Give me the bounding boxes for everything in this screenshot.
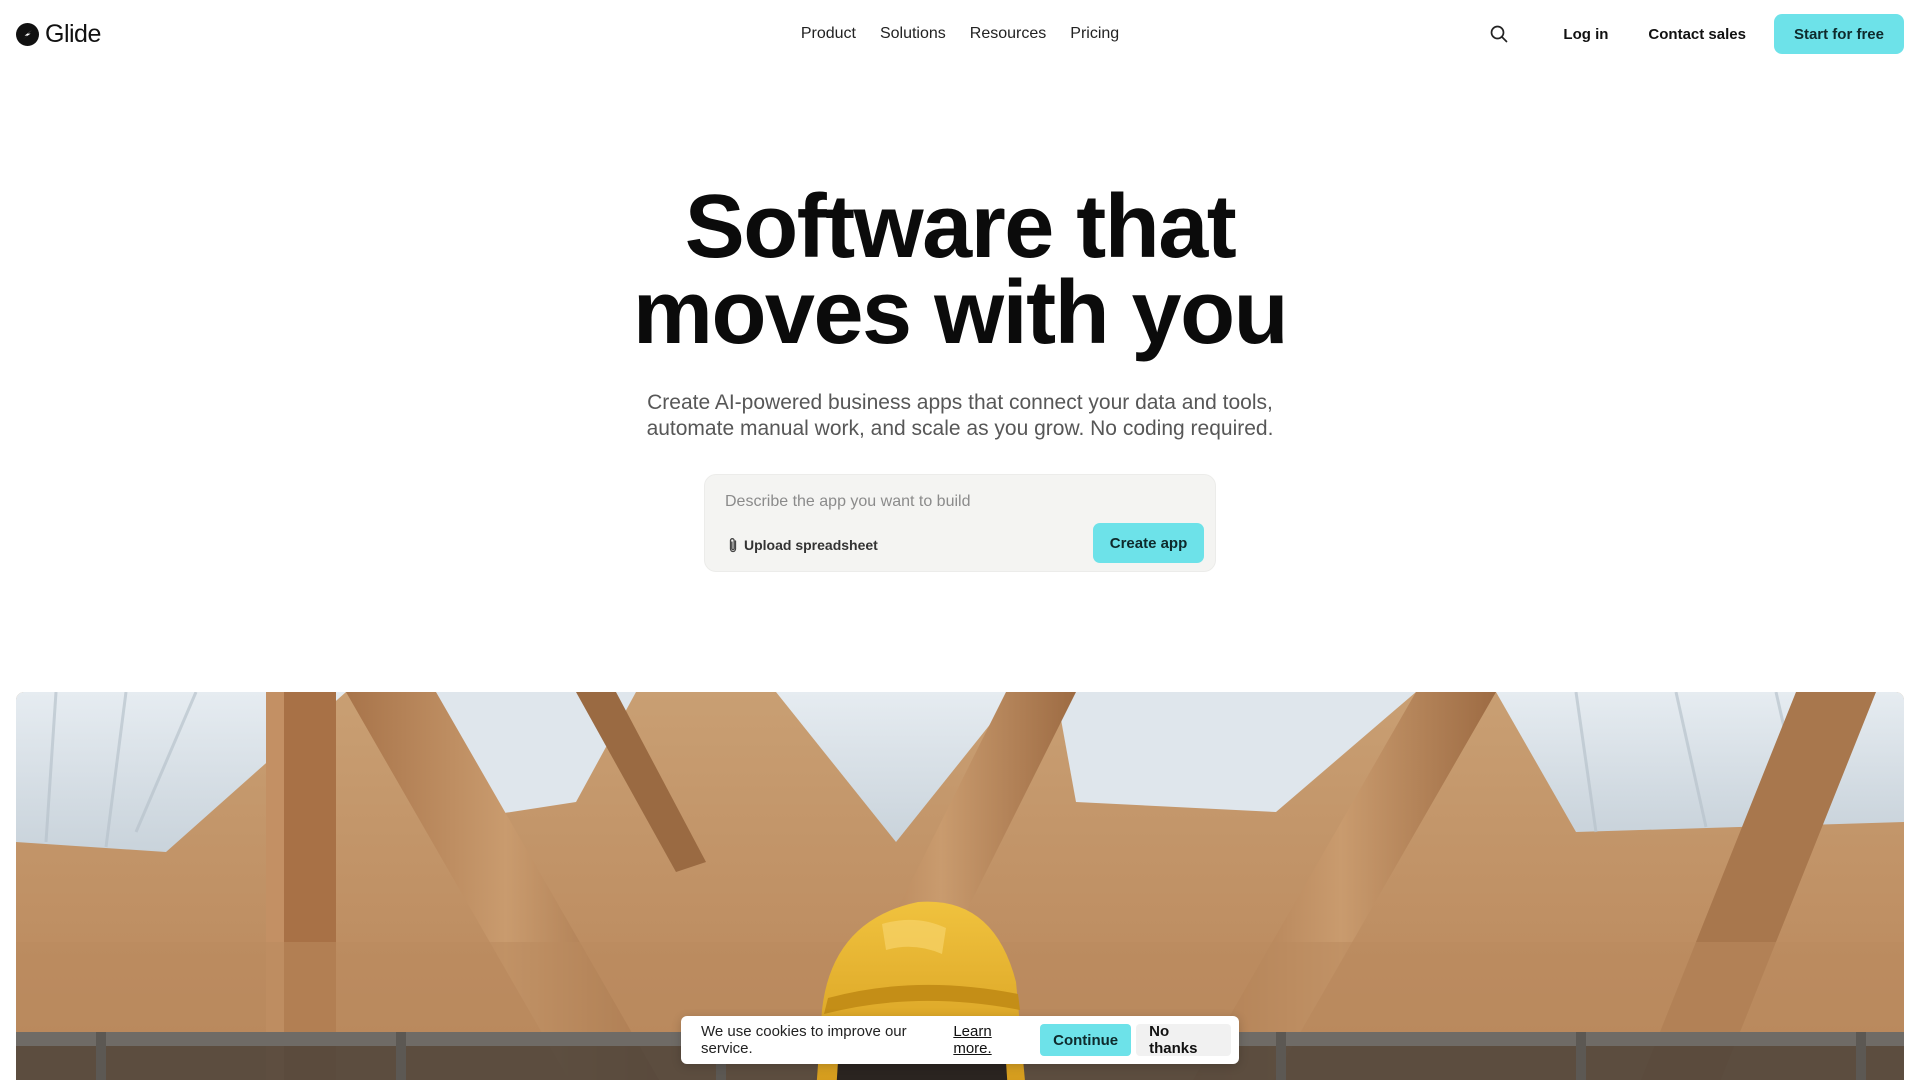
- hero-title-line-2: moves with you: [632, 263, 1289, 363]
- app-prompt-box: Upload spreadsheet Create app: [704, 474, 1216, 572]
- hero-title-line-1: Software that: [684, 177, 1237, 277]
- nav-pricing[interactable]: Pricing: [1070, 25, 1119, 43]
- logo-text: Glide: [45, 19, 101, 48]
- create-app-button[interactable]: Create app: [1093, 523, 1204, 563]
- upload-spreadsheet-button[interactable]: Upload spreadsheet: [727, 533, 878, 557]
- glide-logo-icon: [16, 22, 39, 46]
- cookie-banner: We use cookies to improve our service. L…: [681, 1016, 1239, 1064]
- nav-actions: Log in Contact sales Start for free: [1479, 14, 1904, 54]
- cookie-continue-button[interactable]: Continue: [1040, 1024, 1132, 1056]
- app-description-input[interactable]: [725, 489, 1195, 515]
- top-navigation: Glide Product Solutions Resources Pricin…: [0, 0, 1920, 68]
- start-for-free-button[interactable]: Start for free: [1773, 14, 1904, 54]
- nav-solutions[interactable]: Solutions: [880, 25, 946, 43]
- page: Glide Product Solutions Resources Pricin…: [0, 0, 1920, 1080]
- nav-resources[interactable]: Resources: [970, 25, 1046, 43]
- cookie-message: We use cookies to improve our service.: [701, 1023, 907, 1057]
- nav-product[interactable]: Product: [801, 25, 856, 43]
- logo[interactable]: Glide: [16, 20, 101, 48]
- cookie-learn-more-link[interactable]: Learn more.: [953, 1023, 1030, 1057]
- hero-subtitle: Create AI-powered business apps that con…: [0, 390, 1920, 442]
- hero-title: Software that moves with you: [0, 177, 1920, 363]
- login-link[interactable]: Log in: [1543, 14, 1628, 54]
- hero-subtitle-line-2: automate manual work, and scale as you g…: [646, 417, 1274, 440]
- hero-subtitle-line-1: Create AI-powered business apps that con…: [647, 391, 1273, 414]
- cookie-decline-button[interactable]: No thanks: [1136, 1023, 1231, 1057]
- search-button[interactable]: [1479, 14, 1519, 54]
- contact-sales-link[interactable]: Contact sales: [1628, 14, 1766, 54]
- search-icon: [1491, 25, 1508, 43]
- upload-spreadsheet-label: Upload spreadsheet: [744, 537, 878, 553]
- paperclip-icon: [729, 537, 737, 552]
